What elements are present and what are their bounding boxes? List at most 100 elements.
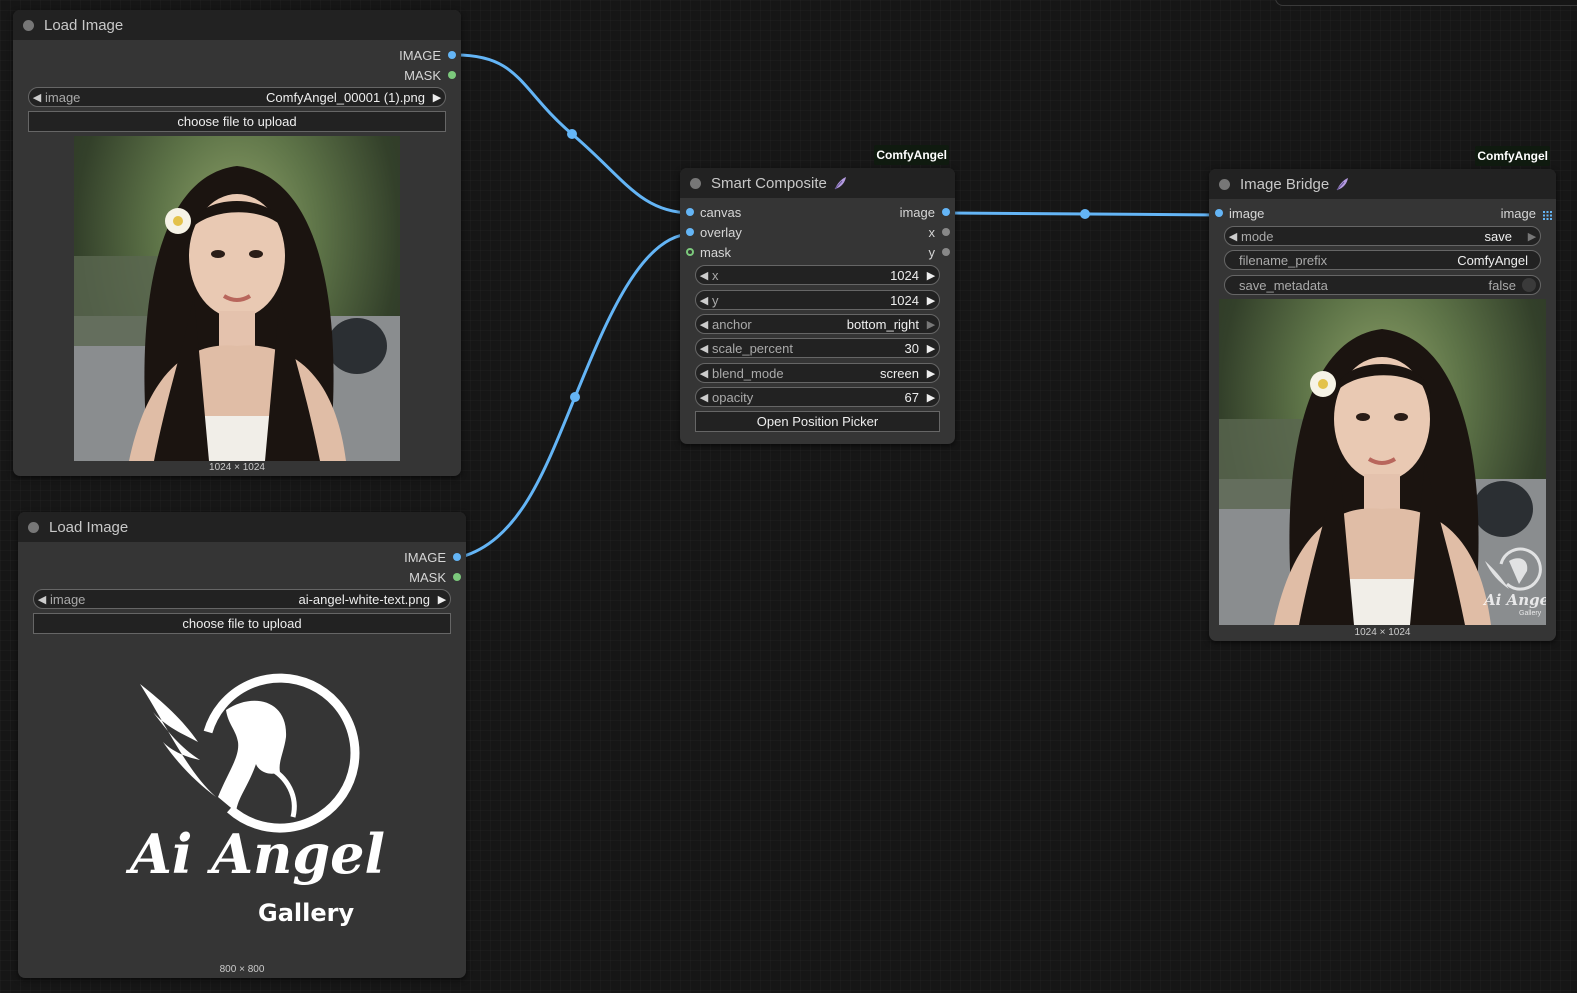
increment-arrow-icon[interactable]: ▶ [923, 367, 939, 380]
upload-button[interactable]: choose file to upload [33, 613, 451, 634]
output-dot-icon[interactable] [448, 71, 456, 79]
output-dot-icon[interactable] [942, 208, 950, 216]
slot-row-canvas[interactable]: canvas image [680, 203, 955, 223]
widget-value: save [1484, 228, 1512, 244]
collapse-dot-icon[interactable] [1219, 178, 1230, 190]
output-slot-image[interactable]: IMAGE [13, 46, 461, 66]
anchor-select-widget[interactable]: ◀ anchor bottom_right ▶ [695, 314, 940, 334]
preview-size-label: 800 × 800 [219, 964, 265, 975]
load-image-node-2[interactable]: Load Image IMAGE MASK ◀ image ai-angel-w… [18, 512, 466, 978]
image-bridge-node[interactable]: ComfyAngel Image Bridge image image ◀ mo… [1209, 146, 1556, 641]
filename-prefix-text-widget[interactable]: filename_prefix ComfyAngel [1224, 250, 1541, 270]
increment-arrow-icon[interactable]: ▶ [923, 342, 939, 355]
widget-value: 1024 [890, 292, 919, 308]
widget-value: 1024 [890, 267, 919, 283]
decrement-arrow-icon[interactable]: ◀ [696, 391, 712, 404]
increment-arrow-icon[interactable]: ▶ [923, 318, 939, 331]
opacity-widget[interactable]: ◀ opacity 67 ▶ [695, 387, 940, 407]
watermark-sub-text: Gallery [1519, 610, 1542, 617]
scale-percent-widget[interactable]: ◀ scale_percent 30 ▶ [695, 338, 940, 358]
input-dot-icon[interactable] [686, 248, 694, 256]
preview-image [74, 136, 400, 461]
collapse-dot-icon[interactable] [28, 521, 39, 533]
output-dot-icon[interactable] [448, 51, 456, 59]
widget-label: mode [1241, 228, 1274, 244]
output-dot-icon[interactable] [942, 248, 950, 256]
output-dot-icon[interactable] [453, 573, 461, 581]
save-metadata-toggle-widget[interactable]: save_metadata false [1224, 275, 1541, 295]
node-header[interactable]: Load Image [18, 512, 466, 542]
decrement-arrow-icon[interactable]: ◀ [696, 367, 712, 380]
slot-row-mask[interactable]: mask y [680, 243, 955, 263]
input-label: canvas [700, 205, 742, 220]
link-midpoint[interactable] [1080, 209, 1090, 219]
logo-sub-text: Gallery [258, 899, 355, 927]
grid-output-icon[interactable] [1543, 208, 1552, 220]
preview-size-label: 1024 × 1024 [209, 462, 265, 473]
image-select-widget[interactable]: ◀ image ComfyAngel_00001 (1).png ▶ [28, 87, 446, 107]
increment-arrow-icon[interactable]: ▶ [923, 269, 939, 282]
toggle-knob-icon[interactable] [1522, 278, 1536, 292]
link-midpoint[interactable] [567, 129, 577, 139]
mode-select-widget[interactable]: ◀ mode save ▶ [1224, 226, 1541, 246]
decrement-arrow-icon[interactable]: ◀ [696, 269, 712, 282]
collapse-dot-icon[interactable] [23, 19, 34, 31]
y-number-widget[interactable]: ◀ y 1024 ▶ [695, 290, 940, 310]
toolbar-edge [1275, 0, 1577, 6]
increment-arrow-icon[interactable]: ▶ [434, 593, 450, 606]
output-label: image [899, 205, 935, 220]
widget-label: save_metadata [1239, 277, 1328, 293]
node-header[interactable]: Smart Composite [680, 168, 955, 198]
preview-size-label: 1024 × 1024 [1354, 627, 1411, 638]
output-slot-mask[interactable]: MASK [13, 66, 461, 86]
widget-label: anchor [712, 316, 752, 332]
widget-label: image [45, 89, 81, 105]
blend-mode-widget[interactable]: ◀ blend_mode screen ▶ [695, 363, 940, 383]
widget-value: ai-angel-white-text.png [298, 591, 430, 607]
feather-icon [833, 176, 847, 190]
node-badge: ComfyAngel [1475, 146, 1550, 166]
decrement-arrow-icon[interactable]: ◀ [29, 91, 45, 104]
output-label: MASK [404, 68, 441, 83]
output-label: IMAGE [404, 550, 446, 565]
increment-arrow-icon[interactable]: ▶ [1524, 230, 1540, 243]
input-dot-icon[interactable] [686, 228, 694, 236]
decrement-arrow-icon[interactable]: ◀ [696, 318, 712, 331]
input-dot-icon[interactable] [1215, 209, 1223, 217]
decrement-arrow-icon[interactable]: ◀ [1225, 230, 1241, 243]
node-header[interactable]: Image Bridge [1209, 169, 1556, 199]
x-number-widget[interactable]: ◀ x 1024 ▶ [695, 265, 940, 285]
widget-value: 30 [904, 340, 919, 356]
slot-row-overlay[interactable]: overlay x [680, 223, 955, 243]
increment-arrow-icon[interactable]: ▶ [429, 91, 445, 104]
output-slot-mask[interactable]: MASK [18, 568, 466, 588]
widget-value: false [1488, 277, 1516, 293]
input-label: image [1229, 206, 1265, 221]
output-label: y [928, 245, 936, 260]
smart-composite-node[interactable]: ComfyAngel Smart Composite canvas image … [680, 145, 955, 444]
decrement-arrow-icon[interactable]: ◀ [696, 294, 712, 307]
decrement-arrow-icon[interactable]: ◀ [696, 342, 712, 355]
output-label: IMAGE [399, 48, 441, 63]
increment-arrow-icon[interactable]: ▶ [923, 391, 939, 404]
collapse-dot-icon[interactable] [690, 177, 701, 189]
increment-arrow-icon[interactable]: ▶ [923, 294, 939, 307]
load-image-node-1[interactable]: Load Image IMAGE MASK ◀ image ComfyAngel… [13, 10, 461, 476]
widget-label: opacity [712, 389, 754, 405]
node-header[interactable]: Load Image [13, 10, 461, 40]
link-midpoint[interactable] [570, 392, 580, 402]
upload-button[interactable]: choose file to upload [28, 111, 446, 132]
input-dot-icon[interactable] [686, 208, 694, 216]
widget-value: ComfyAngel_00001 (1).png [266, 89, 425, 105]
logo-preview-image: Ai Angel Gallery [128, 672, 385, 942]
image-select-widget[interactable]: ◀ image ai-angel-white-text.png ▶ [33, 589, 451, 609]
open-position-picker-button[interactable]: Open Position Picker [695, 411, 940, 432]
output-slot-image[interactable]: IMAGE [18, 548, 466, 568]
feather-icon [1335, 177, 1349, 191]
decrement-arrow-icon[interactable]: ◀ [34, 593, 50, 606]
output-dot-icon[interactable] [453, 553, 461, 561]
node-title: Load Image [44, 16, 124, 34]
slot-row-image[interactable]: image image [1209, 204, 1556, 224]
node-badge: ComfyAngel [874, 145, 949, 165]
output-dot-icon[interactable] [942, 228, 950, 236]
